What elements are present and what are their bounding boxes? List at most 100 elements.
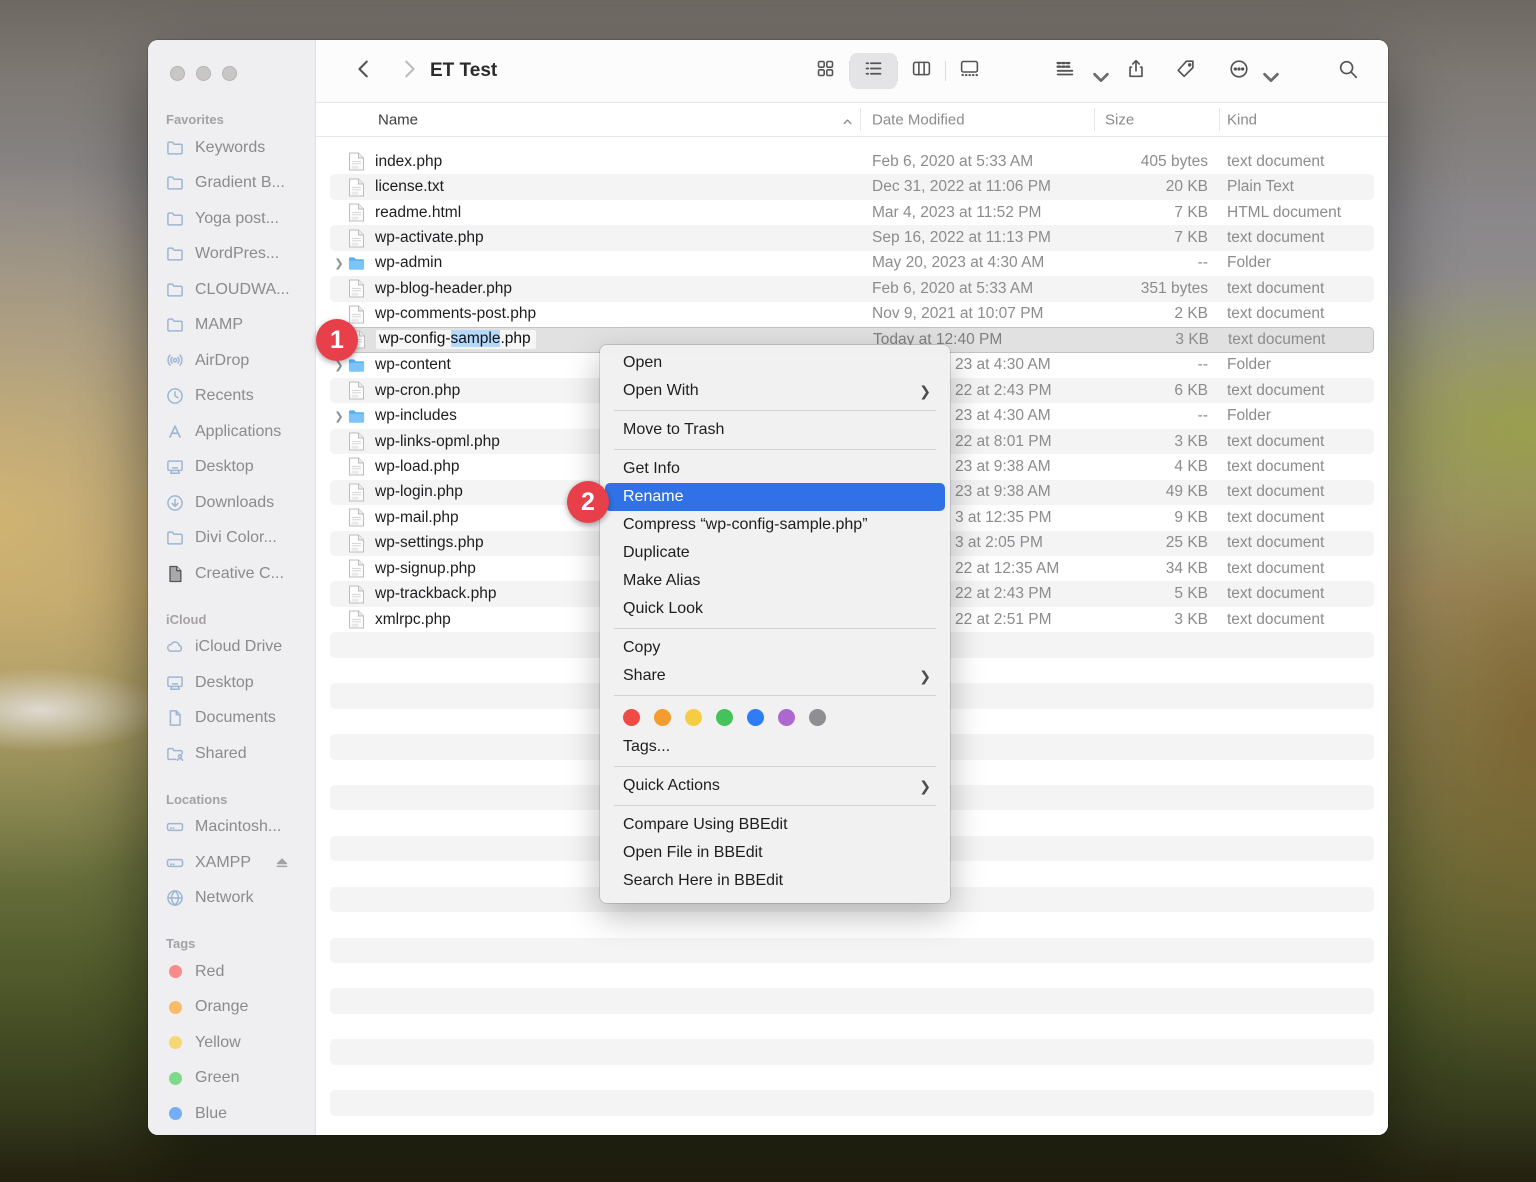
tag-color-blue[interactable] [747,709,764,726]
table-row[interactable]: license.txtDec 31, 2022 at 11:06 PM20 KB… [330,174,1374,199]
search-button[interactable] [1336,59,1360,83]
column-header-size[interactable]: Size [1105,111,1134,128]
sidebar-item-recents[interactable]: Recents [156,379,307,415]
share-icon [1125,58,1147,85]
desktop-icon [164,456,186,478]
file-name: wp-settings.php [375,534,484,552]
sidebar-item-network[interactable]: Network [156,881,307,917]
sidebar-item-red[interactable]: Red [156,954,307,990]
column-view-button[interactable] [898,53,945,89]
back-button[interactable] [352,59,376,83]
menu-item-open-with[interactable]: Open With❯ [605,377,945,405]
eject-icon[interactable] [274,855,290,871]
tag-color-red[interactable] [623,709,640,726]
column-divider[interactable] [1094,108,1095,131]
file-date-modified: Mar 4, 2023 at 11:52 PM [872,200,1094,225]
table-row[interactable]: wp-comments-post.phpNov 9, 2021 at 10:07… [330,302,1374,327]
tag-color-orange[interactable] [654,709,671,726]
tag-button[interactable] [1174,59,1198,83]
gallery-view-button[interactable] [946,53,993,89]
menu-item-get-info[interactable]: Get Info [605,455,945,483]
file-name: wp-links-opml.php [375,433,500,451]
column-divider[interactable] [1219,108,1220,131]
menu-item-share[interactable]: Share❯ [605,662,945,690]
file-kind: HTML document [1227,200,1374,225]
sidebar-item-green[interactable]: Green [156,1061,307,1097]
disclosure-triangle-icon[interactable]: ❯ [330,410,348,423]
sidebar-item-creative-c[interactable]: Creative C... [156,556,307,592]
sidebar-item-airdrop[interactable]: AirDrop [156,343,307,379]
sidebar-item-wordpres[interactable]: WordPres... [156,237,307,273]
sidebar-item-applications[interactable]: Applications [156,414,307,450]
column-view-icon [911,58,932,84]
menu-item-open-file-in-bbedit[interactable]: Open File in BBEdit [605,839,945,867]
sidebar-item-label: MAMP [195,316,243,334]
share-button[interactable] [1124,59,1148,83]
sidebar-item-orange[interactable]: Orange [156,990,307,1026]
table-row[interactable]: index.phpFeb 6, 2020 at 5:33 AM405 bytes… [330,149,1374,174]
sidebar-item-icloud-drive[interactable]: iCloud Drive [156,630,307,666]
menu-item-rename[interactable]: Rename [605,483,945,511]
tag-color-gray[interactable] [809,709,826,726]
sidebar-item-divi-color[interactable]: Divi Color... [156,521,307,557]
menu-item-move-to-trash[interactable]: Move to Trash [605,416,945,444]
disclosure-triangle-icon[interactable]: ❯ [330,257,348,270]
list-view-button[interactable] [850,53,897,89]
menu-item-copy[interactable]: Copy [605,634,945,662]
table-row[interactable]: wp-blog-header.phpFeb 6, 2020 at 5:33 AM… [330,276,1374,301]
more-actions-chevron[interactable] [1259,59,1271,83]
document-icon [348,483,365,502]
more-actions-button[interactable] [1227,59,1251,83]
sidebar-item-desktop[interactable]: Desktop [156,450,307,486]
sidebar-section-label: iCloud [156,608,307,630]
table-row[interactable]: wp-activate.phpSep 16, 2022 at 11:13 PM7… [330,225,1374,250]
menu-item-search-here-in-bbedit[interactable]: Search Here in BBEdit [605,867,945,895]
file-kind: text document [1227,505,1374,530]
sidebar-item-downloads[interactable]: Downloads [156,485,307,521]
column-divider[interactable] [860,108,861,131]
rename-edit-field[interactable]: wp-config-sample.php [376,330,536,349]
column-header-date[interactable]: Date Modified [872,111,965,128]
sidebar-item-gradient-b[interactable]: Gradient B... [156,166,307,202]
grid-view-button[interactable] [802,53,849,89]
menu-item-compare-using-bbedit[interactable]: Compare Using BBEdit [605,811,945,839]
column-header-name[interactable]: Name [378,111,418,128]
menu-item-quick-look[interactable]: Quick Look [605,595,945,623]
column-header-kind[interactable]: Kind [1227,111,1257,128]
tag-color-purple[interactable] [778,709,795,726]
minimize-button[interactable] [196,66,211,81]
menu-item-quick-actions[interactable]: Quick Actions❯ [605,772,945,800]
group-by-button[interactable] [1053,59,1077,83]
sidebar-item-label: Orange [195,998,248,1016]
menu-item-label: Compare Using BBEdit [623,816,788,834]
sidebar-item-yoga-post[interactable]: Yoga post... [156,201,307,237]
menu-item-tags[interactable]: Tags... [605,733,945,761]
tag-color-green[interactable] [716,709,733,726]
sidebar-item-keywords[interactable]: Keywords [156,130,307,166]
sidebar-item-shared[interactable]: Shared [156,736,307,772]
menu-item-make-alias[interactable]: Make Alias [605,567,945,595]
sidebar-item-yellow[interactable]: Yellow [156,1025,307,1061]
sidebar-item-mamp[interactable]: MAMP [156,308,307,344]
close-button[interactable] [170,66,185,81]
tag-color-yellow[interactable] [685,709,702,726]
table-row[interactable]: ❯wp-adminMay 20, 2023 at 4:30 AM--Folder [330,251,1374,276]
group-by-chevron[interactable] [1089,59,1101,83]
zoom-button[interactable] [222,66,237,81]
sidebar-item-xampp[interactable]: XAMPP [156,845,307,881]
table-row[interactable]: readme.htmlMar 4, 2023 at 11:52 PM7 KBHT… [330,200,1374,225]
sidebar-item-desktop[interactable]: Desktop [156,665,307,701]
menu-item-duplicate[interactable]: Duplicate [605,539,945,567]
sidebar-item-blue[interactable]: Blue [156,1096,307,1132]
sidebar-section-label: Favorites [156,108,307,130]
sidebar-item-cloudwa[interactable]: CLOUDWA... [156,272,307,308]
sidebar-item-documents[interactable]: Documents [156,701,307,737]
menu-separator [614,410,936,411]
sidebar-item-macintosh[interactable]: Macintosh... [156,810,307,846]
menu-item-open[interactable]: Open [605,349,945,377]
file-kind: text document [1227,276,1374,301]
sort-ascending-icon[interactable] [842,114,853,125]
menu-item-compress-wp-config-sample-php[interactable]: Compress “wp-config-sample.php” [605,511,945,539]
menu-item-label: Search Here in BBEdit [623,872,783,890]
forward-button[interactable] [397,59,421,83]
